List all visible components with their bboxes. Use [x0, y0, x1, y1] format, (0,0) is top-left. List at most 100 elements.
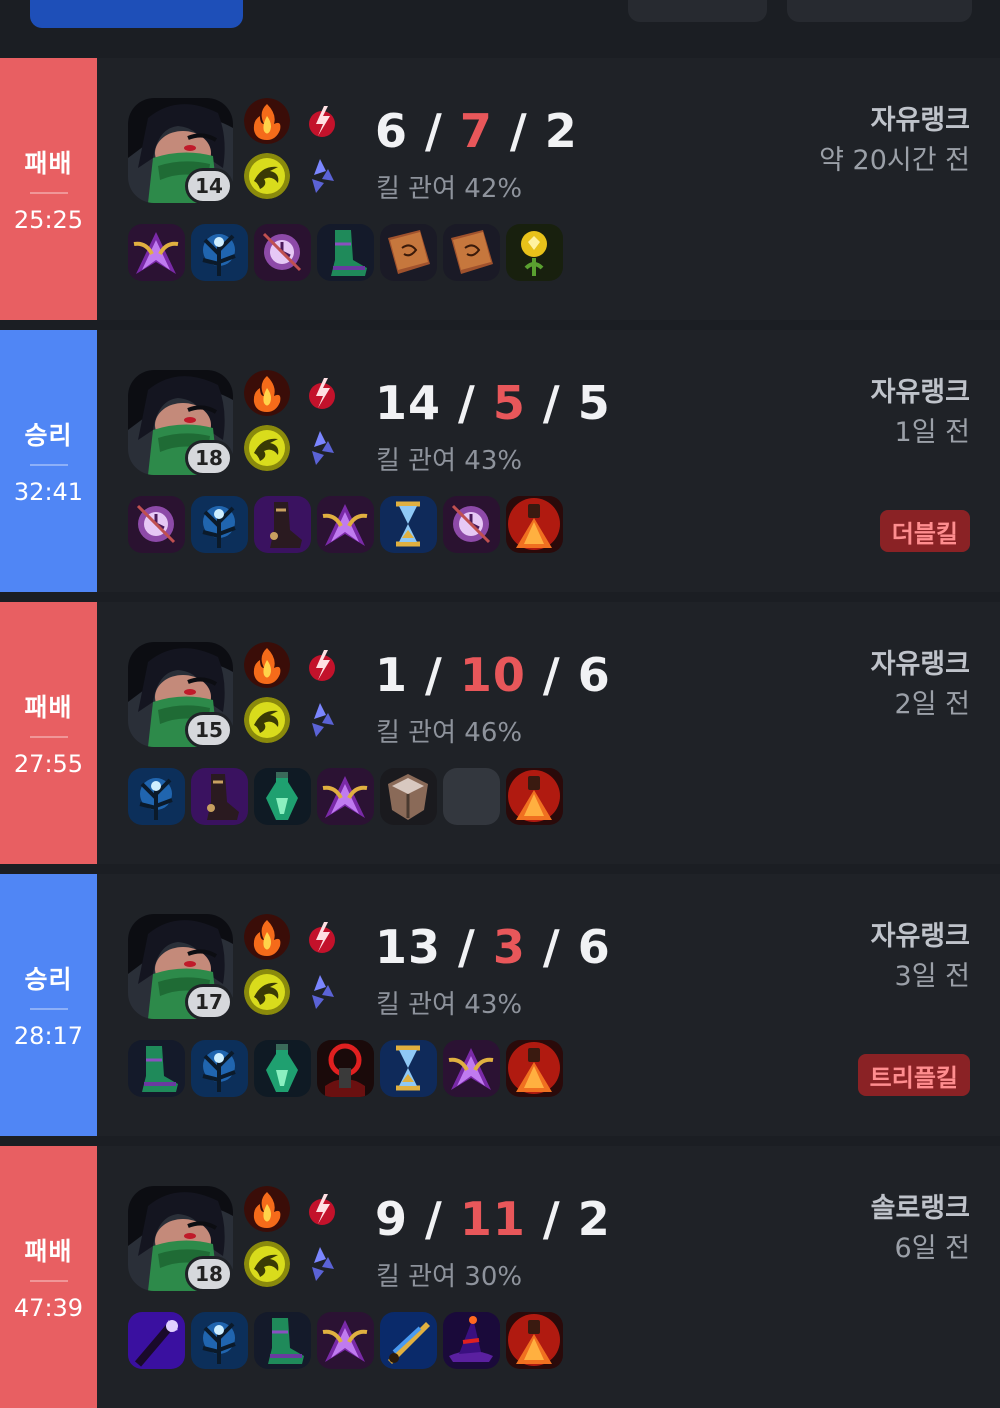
assists-value: 5: [577, 376, 611, 430]
purple-wing-item-icon[interactable]: [317, 768, 374, 825]
electrocute-rune-icon[interactable]: [302, 916, 342, 956]
blue-tree-staff-icon[interactable]: [191, 224, 248, 281]
time-ago: 6일 전: [894, 1233, 970, 1264]
ignite-spell-icon[interactable]: [244, 98, 290, 144]
green-boots-icon[interactable]: [317, 224, 374, 281]
match-card-2[interactable]: 승리 32:41 18 14 / 5 / 5 킬 관여 43% 자유랭크 1일 …: [0, 330, 1000, 592]
kda-score: 14 / 5 / 5: [375, 376, 611, 430]
game-duration: 25:25: [13, 206, 84, 234]
electrocute-rune-icon[interactable]: [302, 644, 342, 684]
filter-option-button[interactable]: [628, 0, 767, 22]
match-card-4[interactable]: 승리 28:17 17 13 / 3 / 6 킬 관여 43% 자유랭크 3일 …: [0, 874, 1000, 1136]
empty-slot: [443, 768, 500, 825]
match-card-5[interactable]: 패배 47:39 18 9 / 11 / 2 킬 관여 30% 솔로랭크 6일 …: [0, 1146, 1000, 1408]
kill-participation: 킬 관여 42%: [376, 174, 523, 204]
result-divider: [29, 1008, 68, 1010]
sorcery-rune-icon[interactable]: [302, 155, 342, 195]
golden-hourglass-icon[interactable]: [380, 1040, 437, 1097]
purple-boots-icon[interactable]: [254, 496, 311, 553]
green-potion-icon[interactable]: [254, 768, 311, 825]
green-potion-icon[interactable]: [254, 1040, 311, 1097]
kill-participation: 킬 관여 43%: [376, 990, 523, 1020]
deaths-value: 3: [492, 920, 526, 974]
red-lens-trinket-icon[interactable]: [506, 1040, 563, 1097]
kills-value: 14: [375, 376, 442, 430]
kills-value: 1: [375, 648, 409, 702]
queue-type: 자유랭크: [870, 921, 970, 952]
assists-value: 2: [577, 1192, 611, 1246]
blue-tree-staff-icon[interactable]: [191, 1040, 248, 1097]
red-lens-trinket-icon[interactable]: [506, 768, 563, 825]
champion-level-badge: 18: [185, 440, 233, 476]
ignite-spell-icon[interactable]: [244, 370, 290, 416]
tome-book-icon[interactable]: [380, 224, 437, 281]
result-panel: 승리 28:17: [0, 874, 97, 1136]
kill-participation: 킬 관여 46%: [376, 718, 523, 748]
golden-ward-trinket-icon[interactable]: [506, 224, 563, 281]
assists-value: 2: [544, 104, 578, 158]
match-card-3[interactable]: 패배 27:55 15 1 / 10 / 6 킬 관여 46% 자유랭크 2일 …: [0, 602, 1000, 864]
stone-shield-icon[interactable]: [380, 768, 437, 825]
game-duration: 28:17: [13, 1022, 84, 1050]
sorcery-rune-icon[interactable]: [302, 699, 342, 739]
champion-level-badge: 14: [185, 168, 233, 204]
purple-clock-orb-icon[interactable]: [254, 224, 311, 281]
flash-spell-icon[interactable]: [244, 153, 290, 199]
time-ago: 약 20시간 전: [819, 145, 970, 176]
kda-score: 9 / 11 / 2: [375, 1192, 611, 1246]
purple-wing-item-icon[interactable]: [443, 1040, 500, 1097]
purple-clock-orb-icon[interactable]: [443, 496, 500, 553]
time-ago: 2일 전: [894, 689, 970, 720]
kills-value: 9: [375, 1192, 409, 1246]
purple-staff-icon[interactable]: [128, 1312, 185, 1369]
filter-button[interactable]: [30, 0, 243, 28]
assists-value: 6: [577, 648, 611, 702]
result-label: 승리: [24, 421, 73, 450]
golden-hourglass-icon[interactable]: [380, 496, 437, 553]
kda-score: 13 / 3 / 6: [375, 920, 611, 974]
blue-gold-blade-icon[interactable]: [380, 1312, 437, 1369]
purple-hat-icon[interactable]: [443, 1312, 500, 1369]
result-label: 패배: [24, 1237, 73, 1266]
flash-spell-icon[interactable]: [244, 697, 290, 743]
red-halo-item-icon[interactable]: [317, 1040, 374, 1097]
electrocute-rune-icon[interactable]: [302, 100, 342, 140]
result-divider: [29, 736, 68, 738]
purple-clock-orb-icon[interactable]: [128, 496, 185, 553]
sorcery-rune-icon[interactable]: [302, 971, 342, 1011]
deaths-value: 5: [492, 376, 526, 430]
red-lens-trinket-icon[interactable]: [506, 496, 563, 553]
blue-tree-staff-icon[interactable]: [191, 496, 248, 553]
blue-tree-staff-icon[interactable]: [128, 768, 185, 825]
ignite-spell-icon[interactable]: [244, 642, 290, 688]
sorcery-rune-icon[interactable]: [302, 1243, 342, 1283]
ignite-spell-icon[interactable]: [244, 1186, 290, 1232]
game-duration: 32:41: [13, 478, 84, 506]
purple-boots-icon[interactable]: [191, 768, 248, 825]
electrocute-rune-icon[interactable]: [302, 372, 342, 412]
purple-wing-item-icon[interactable]: [317, 496, 374, 553]
electrocute-rune-icon[interactable]: [302, 1188, 342, 1228]
result-label: 패배: [24, 149, 73, 178]
tome-book-icon[interactable]: [443, 224, 500, 281]
multikill-badge: 트리플킬: [857, 1054, 970, 1096]
green-boots-icon[interactable]: [128, 1040, 185, 1097]
sorcery-rune-icon[interactable]: [302, 427, 342, 467]
purple-wing-item-icon[interactable]: [128, 224, 185, 281]
top-bar: [0, 0, 1000, 58]
ignite-spell-icon[interactable]: [244, 914, 290, 960]
champion-level-badge: 15: [185, 712, 233, 748]
flash-spell-icon[interactable]: [244, 425, 290, 471]
result-divider: [29, 1280, 68, 1282]
red-lens-trinket-icon[interactable]: [506, 1312, 563, 1369]
flash-spell-icon[interactable]: [244, 1241, 290, 1287]
queue-select-button[interactable]: [787, 0, 972, 22]
blue-tree-staff-icon[interactable]: [191, 1312, 248, 1369]
result-panel: 패배 25:25: [0, 58, 97, 320]
kills-value: 6: [375, 104, 409, 158]
queue-type: 자유랭크: [870, 649, 970, 680]
match-card-1[interactable]: 패배 25:25 14 6 / 7 / 2 킬 관여 42% 자유랭크 약 20…: [0, 58, 1000, 320]
purple-wing-item-icon[interactable]: [317, 1312, 374, 1369]
flash-spell-icon[interactable]: [244, 969, 290, 1015]
green-boots-icon[interactable]: [254, 1312, 311, 1369]
